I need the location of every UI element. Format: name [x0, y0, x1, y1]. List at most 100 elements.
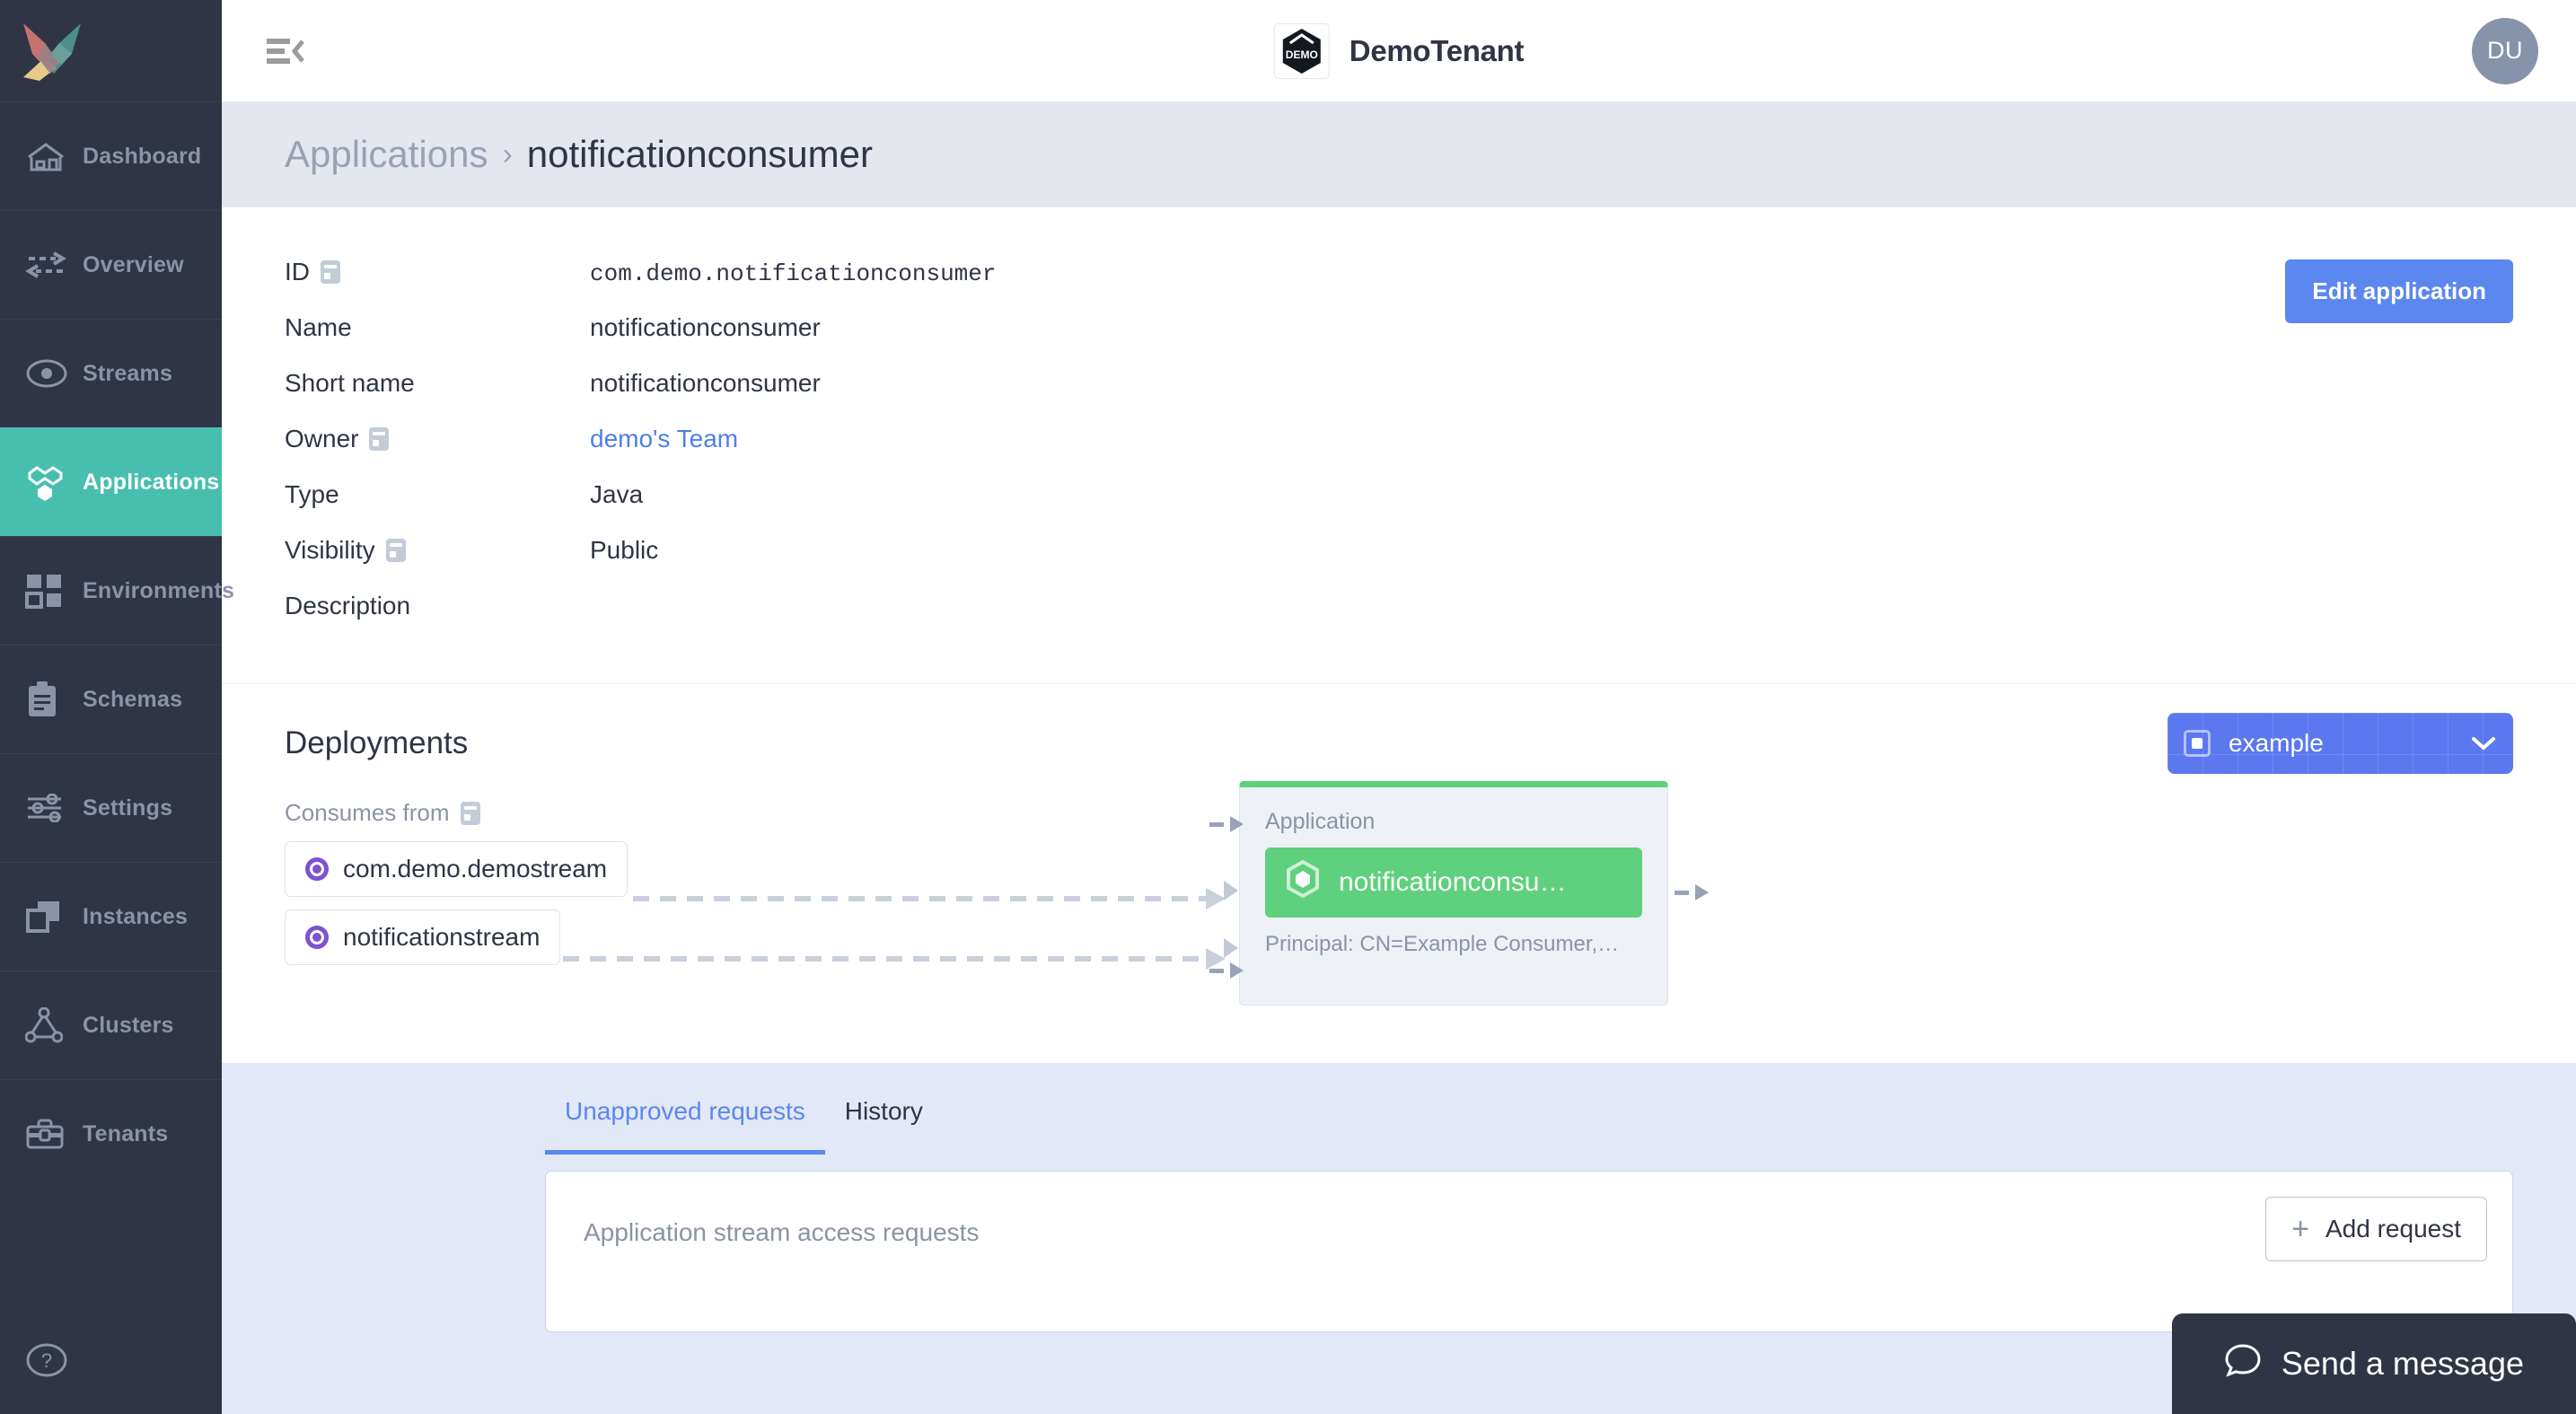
question-circle-icon: ?	[26, 1343, 67, 1377]
sidebar-item-label: Streams	[83, 360, 173, 386]
collapse-sidebar-button[interactable]	[259, 25, 312, 77]
tenant-name: DemoTenant	[1349, 33, 1525, 67]
application-node-name: notificationconsu…	[1339, 867, 1567, 897]
detail-value: notificationconsumer	[590, 313, 821, 341]
sidebar-item-instances[interactable]: Instances	[0, 862, 222, 970]
applications-icon	[25, 462, 83, 502]
detail-value: Java	[590, 480, 644, 508]
sidebar-item-schemas[interactable]: Schemas	[0, 645, 222, 753]
application-node: Application notificationconsu… Principal…	[1209, 781, 1709, 1006]
detail-label: Owner	[285, 425, 590, 453]
detail-value: notificationconsumer	[590, 369, 821, 397]
tenant-logo: DEMO	[1273, 22, 1330, 79]
stream-icon	[25, 357, 83, 390]
cluster-icon	[25, 1007, 83, 1043]
app-logo[interactable]	[0, 0, 222, 101]
sidebar-item-dashboard[interactable]: Dashboard	[0, 101, 222, 210]
sidebar-item-overview[interactable]: Overview	[0, 210, 222, 319]
detail-row-visibility: Visibility Public	[285, 536, 2513, 592]
sidebar-item-clusters[interactable]: Clusters	[0, 970, 222, 1079]
tab-unapproved-requests[interactable]: Unapproved requests	[545, 1097, 825, 1155]
connector-arrowhead	[1224, 881, 1238, 900]
application-node-chip[interactable]: notificationconsu…	[1265, 848, 1642, 918]
windows-icon	[25, 899, 83, 935]
environment-value: example	[2229, 729, 2324, 757]
stream-name: com.demo.demostream	[343, 855, 608, 883]
sidebar-item-settings[interactable]: Settings	[0, 753, 222, 862]
tab-history[interactable]: History	[825, 1097, 943, 1155]
detail-label-text: ID	[285, 258, 310, 285]
sidebar-item-streams[interactable]: Streams	[0, 319, 222, 427]
avatar[interactable]: DU	[2472, 17, 2538, 84]
node-inbound-arrow	[1209, 816, 1244, 832]
stream-icon	[305, 926, 329, 949]
detail-row-short-name: Short name notificationconsumer	[285, 369, 2513, 425]
top-bar: DEMO DemoTenant DU	[222, 0, 2576, 101]
breadcrumb-parent-link[interactable]: Applications	[285, 133, 488, 176]
detail-row-name: Name notificationconsumer	[285, 313, 2513, 369]
sidebar-item-applications[interactable]: Applications	[0, 427, 222, 536]
environment-icon	[2184, 730, 2211, 757]
sidebar-item-tenants[interactable]: Tenants	[0, 1079, 222, 1188]
plus-icon: +	[2291, 1212, 2309, 1246]
detail-label-text: Name	[285, 313, 352, 341]
detail-label-text: Short name	[285, 369, 415, 397]
node-principal: Principal: CN=Example Consumer,…	[1265, 932, 1620, 956]
info-icon[interactable]	[460, 801, 480, 825]
info-icon[interactable]	[321, 260, 340, 284]
chat-bubble-icon	[2224, 1342, 2262, 1386]
stream-node[interactable]: notificationstream	[285, 909, 561, 965]
environment-select[interactable]: example	[2167, 713, 2513, 774]
detail-label: Name	[285, 313, 590, 342]
sidebar: Dashboard Overview Streams Applications	[0, 0, 234, 1414]
requests-card: Application stream access requests + Add…	[545, 1171, 2513, 1332]
info-icon[interactable]	[369, 427, 390, 451]
detail-label: Description	[285, 592, 590, 620]
edit-application-button[interactable]: Edit application	[2285, 259, 2513, 323]
chat-label: Send a message	[2281, 1345, 2524, 1382]
breadcrumb-separator: ›	[502, 136, 513, 171]
sidebar-item-label: Clusters	[83, 1012, 174, 1038]
owner-link[interactable]: demo's Team	[590, 425, 738, 453]
connector-arrowhead	[1224, 938, 1238, 958]
add-request-label: Add request	[2325, 1215, 2461, 1243]
detail-label: ID	[285, 258, 590, 286]
sidebar-item-label: Applications	[83, 469, 220, 495]
tenant-header: DEMO DemoTenant	[1273, 22, 1525, 79]
node-kind-label: Application	[1265, 809, 1376, 834]
axual-logo-icon	[23, 22, 81, 81]
chevron-down-icon	[2470, 730, 2497, 758]
help-button[interactable]: ?	[25, 1339, 68, 1382]
sidebar-item-label: Dashboard	[83, 143, 202, 169]
detail-row-id: ID com.demo.notificationconsumer	[285, 258, 2513, 313]
requests-tabs: Unapproved requests History	[285, 1063, 2513, 1155]
info-icon[interactable]	[385, 539, 406, 562]
node-inbound-arrow	[1209, 962, 1244, 979]
svg-text:DEMO: DEMO	[1286, 48, 1318, 61]
stream-icon	[305, 857, 329, 881]
connector-line	[563, 948, 1226, 970]
deployment-graph: Consumes from com.demo.demostream notifi…	[285, 781, 2513, 1041]
sidebar-item-label: Settings	[83, 795, 173, 821]
detail-label-text: Description	[285, 592, 411, 619]
sidebar-item-environments[interactable]: Environments	[0, 536, 234, 645]
deployments-section: Deployments example Consumes from com.de…	[222, 684, 2576, 1063]
detail-row-description: Description	[285, 592, 2513, 647]
home-icon	[25, 139, 83, 173]
detail-label-text: Visibility	[285, 536, 375, 564]
collapse-sidebar-icon	[267, 38, 304, 64]
page-title: notificationconsumer	[526, 133, 873, 175]
send-a-message-button[interactable]: Send a message	[2171, 1313, 2576, 1414]
clipboard-icon	[25, 681, 83, 718]
detail-label: Type	[285, 480, 590, 509]
sidebar-item-label: Overview	[83, 251, 184, 277]
requests-placeholder: Application stream access requests	[584, 1218, 980, 1246]
sidebar-item-label: Instances	[83, 903, 189, 929]
stream-name: notificationstream	[343, 923, 541, 951]
detail-label-text: Owner	[285, 425, 359, 452]
stream-node[interactable]: com.demo.demostream	[285, 841, 629, 897]
consumes-from-text: Consumes from	[285, 799, 450, 826]
add-request-button[interactable]: + Add request	[2265, 1197, 2487, 1261]
hexagon-app-icon	[1285, 859, 1321, 905]
detail-label-text: Type	[285, 480, 339, 508]
